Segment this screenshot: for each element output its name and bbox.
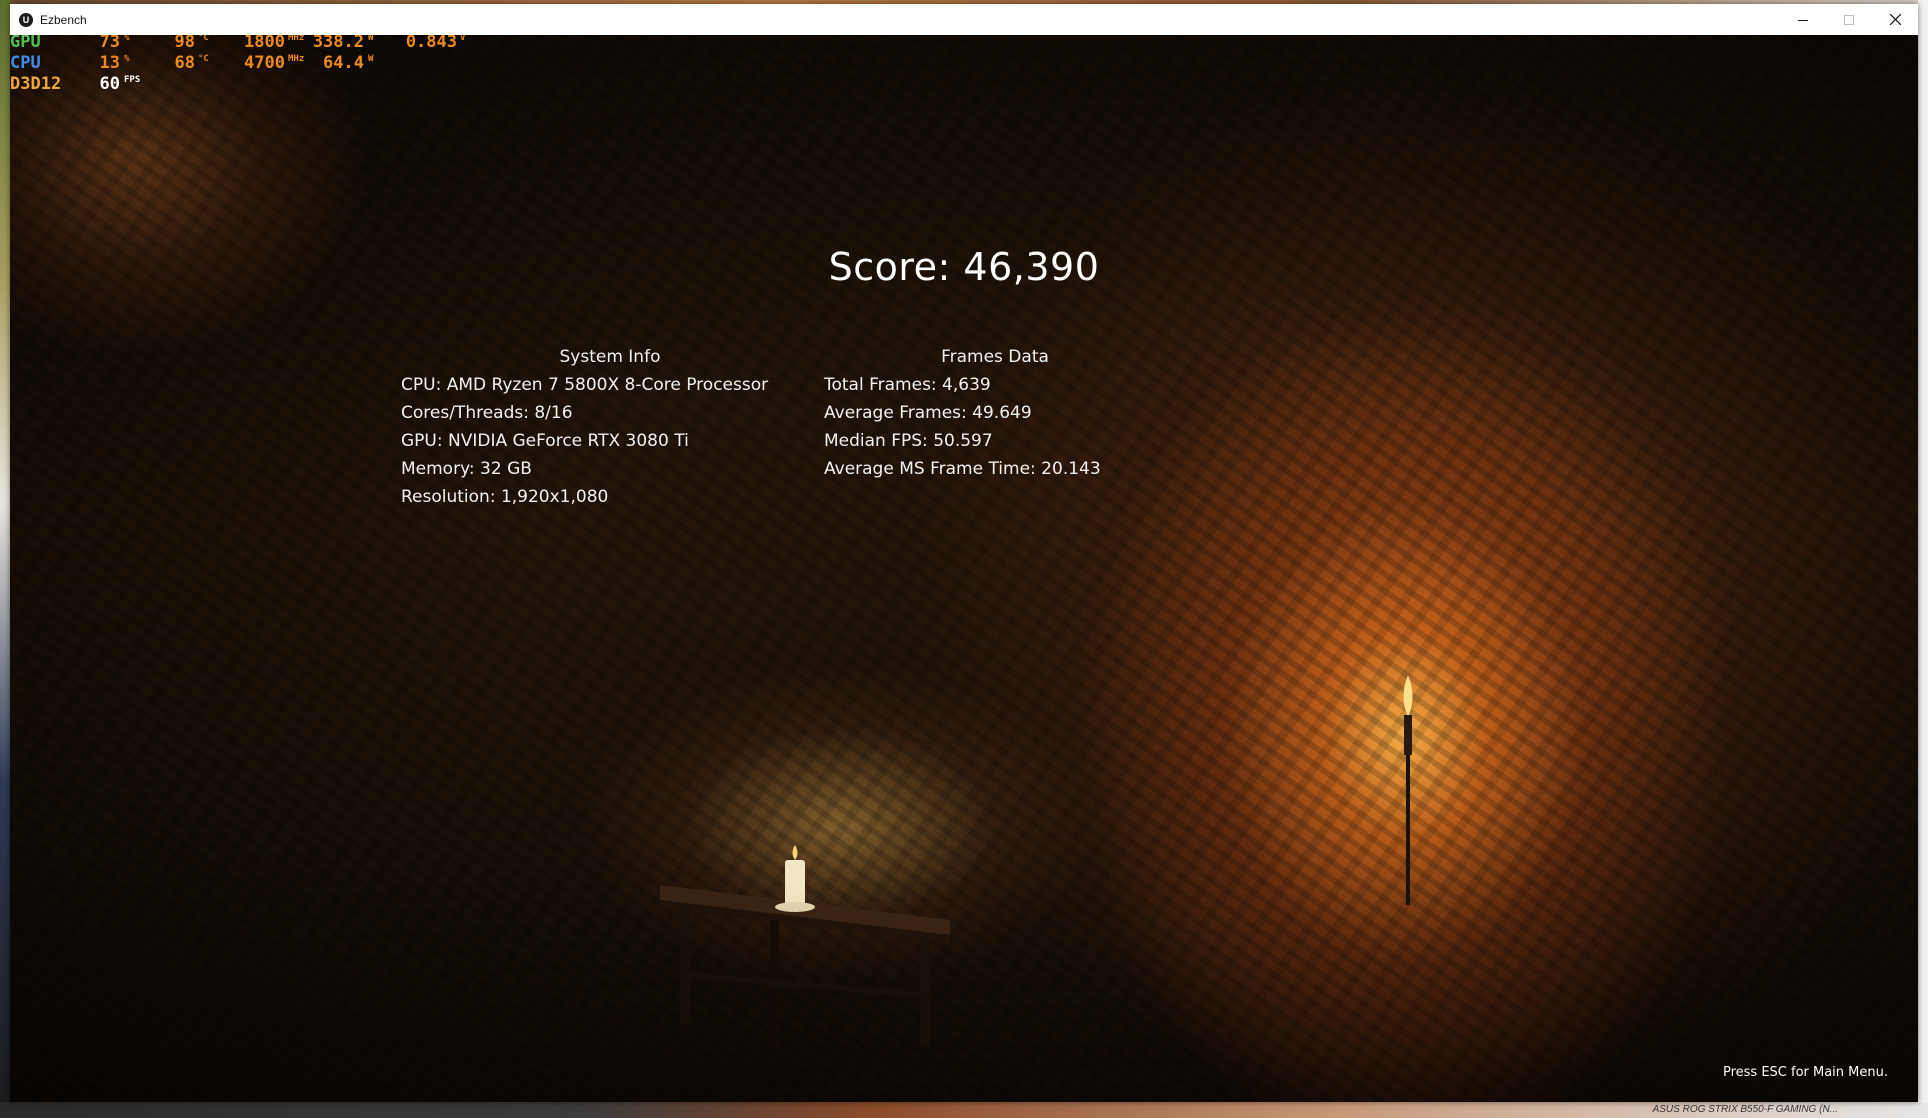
osd-gpu-power: 338.2 bbox=[312, 35, 364, 52]
osd-cpu-label: CPU bbox=[10, 53, 41, 73]
frames-data-title: Frames Data bbox=[941, 347, 1049, 367]
viewport-vignette bbox=[10, 35, 1918, 1102]
system-info-gpu: GPU: NVIDIA GeForce RTX 3080 Ti bbox=[401, 431, 689, 451]
osd-gpu-voltage-unit: V bbox=[460, 35, 466, 43]
frames-data-frametime: Average MS Frame Time: 20.143 bbox=[824, 459, 1101, 479]
system-info-cpu: CPU: AMD Ryzen 7 5800X 8-Core Processor bbox=[401, 375, 769, 395]
frames-data-median: Median FPS: 50.597 bbox=[824, 431, 993, 451]
desktop-background-right bbox=[1918, 0, 1928, 1118]
ezbench-window: U Ezbench GPU 73 % 98 °C 1800 MHz 338.2 … bbox=[10, 4, 1918, 1102]
taskbar-window-label[interactable]: ASUS ROG STRIX B550-F GAMING (N... bbox=[1653, 1102, 1838, 1118]
osd-cpu-temp-unit: °C bbox=[198, 54, 209, 64]
system-info-memory: Memory: 32 GB bbox=[401, 459, 532, 479]
osd-gpu-temp: 98 bbox=[174, 35, 195, 52]
osd-api-label: D3D12 bbox=[10, 74, 62, 94]
osd-gpu-util: 73 bbox=[99, 35, 120, 52]
osd-cpu-util: 13 bbox=[99, 53, 120, 73]
esc-menu-hint: Press ESC for Main Menu. bbox=[1722, 1065, 1888, 1080]
osd-gpu-util-unit: % bbox=[124, 35, 130, 43]
osd-fps-unit: FPS bbox=[124, 75, 141, 85]
benchmark-score: Score: 46,390 bbox=[828, 245, 1100, 289]
system-info-resolution: Resolution: 1,920x1,080 bbox=[401, 487, 609, 507]
close-button[interactable] bbox=[1872, 4, 1918, 35]
app-logo-icon: U bbox=[19, 12, 33, 27]
osd-cpu-power: 64.4 bbox=[323, 53, 364, 73]
osd-fps-value: 60 bbox=[99, 74, 120, 94]
taskbar bbox=[0, 1102, 1928, 1118]
osd-cpu-temp: 68 bbox=[174, 53, 195, 73]
system-info-title: System Info bbox=[559, 347, 661, 367]
osd-gpu-voltage: 0.843 bbox=[405, 35, 457, 52]
frames-data-total: Total Frames: 4,639 bbox=[824, 375, 991, 395]
minimize-icon bbox=[1798, 19, 1808, 21]
osd-cpu-clock-unit: MHz bbox=[288, 54, 305, 64]
osd-gpu-power-unit: W bbox=[368, 35, 374, 43]
frames-data-average: Average Frames: 49.649 bbox=[824, 403, 1032, 423]
system-info-cores: Cores/Threads: 8/16 bbox=[401, 403, 573, 423]
maximize-icon bbox=[1844, 14, 1854, 25]
window-title: Ezbench bbox=[40, 12, 87, 27]
maximize-button[interactable] bbox=[1826, 4, 1872, 35]
close-icon bbox=[1889, 14, 1901, 25]
osd-gpu-clock: 1800 bbox=[244, 35, 285, 52]
title-bar[interactable]: U Ezbench bbox=[10, 4, 1918, 35]
osd-cpu-clock: 4700 bbox=[244, 53, 285, 73]
minimize-button[interactable] bbox=[1780, 4, 1826, 35]
osd-gpu-temp-unit: °C bbox=[198, 35, 209, 43]
window-controls bbox=[1780, 4, 1918, 35]
osd-gpu-label: GPU bbox=[10, 35, 41, 52]
osd-cpu-util-unit: % bbox=[124, 54, 130, 64]
osd-cpu-power-unit: W bbox=[368, 54, 374, 64]
osd-gpu-clock-unit: MHz bbox=[288, 35, 305, 43]
desktop-background-left bbox=[0, 0, 10, 1118]
benchmark-viewport[interactable]: GPU 73 % 98 °C 1800 MHz 338.2 W 0.843 V … bbox=[10, 35, 1918, 1102]
